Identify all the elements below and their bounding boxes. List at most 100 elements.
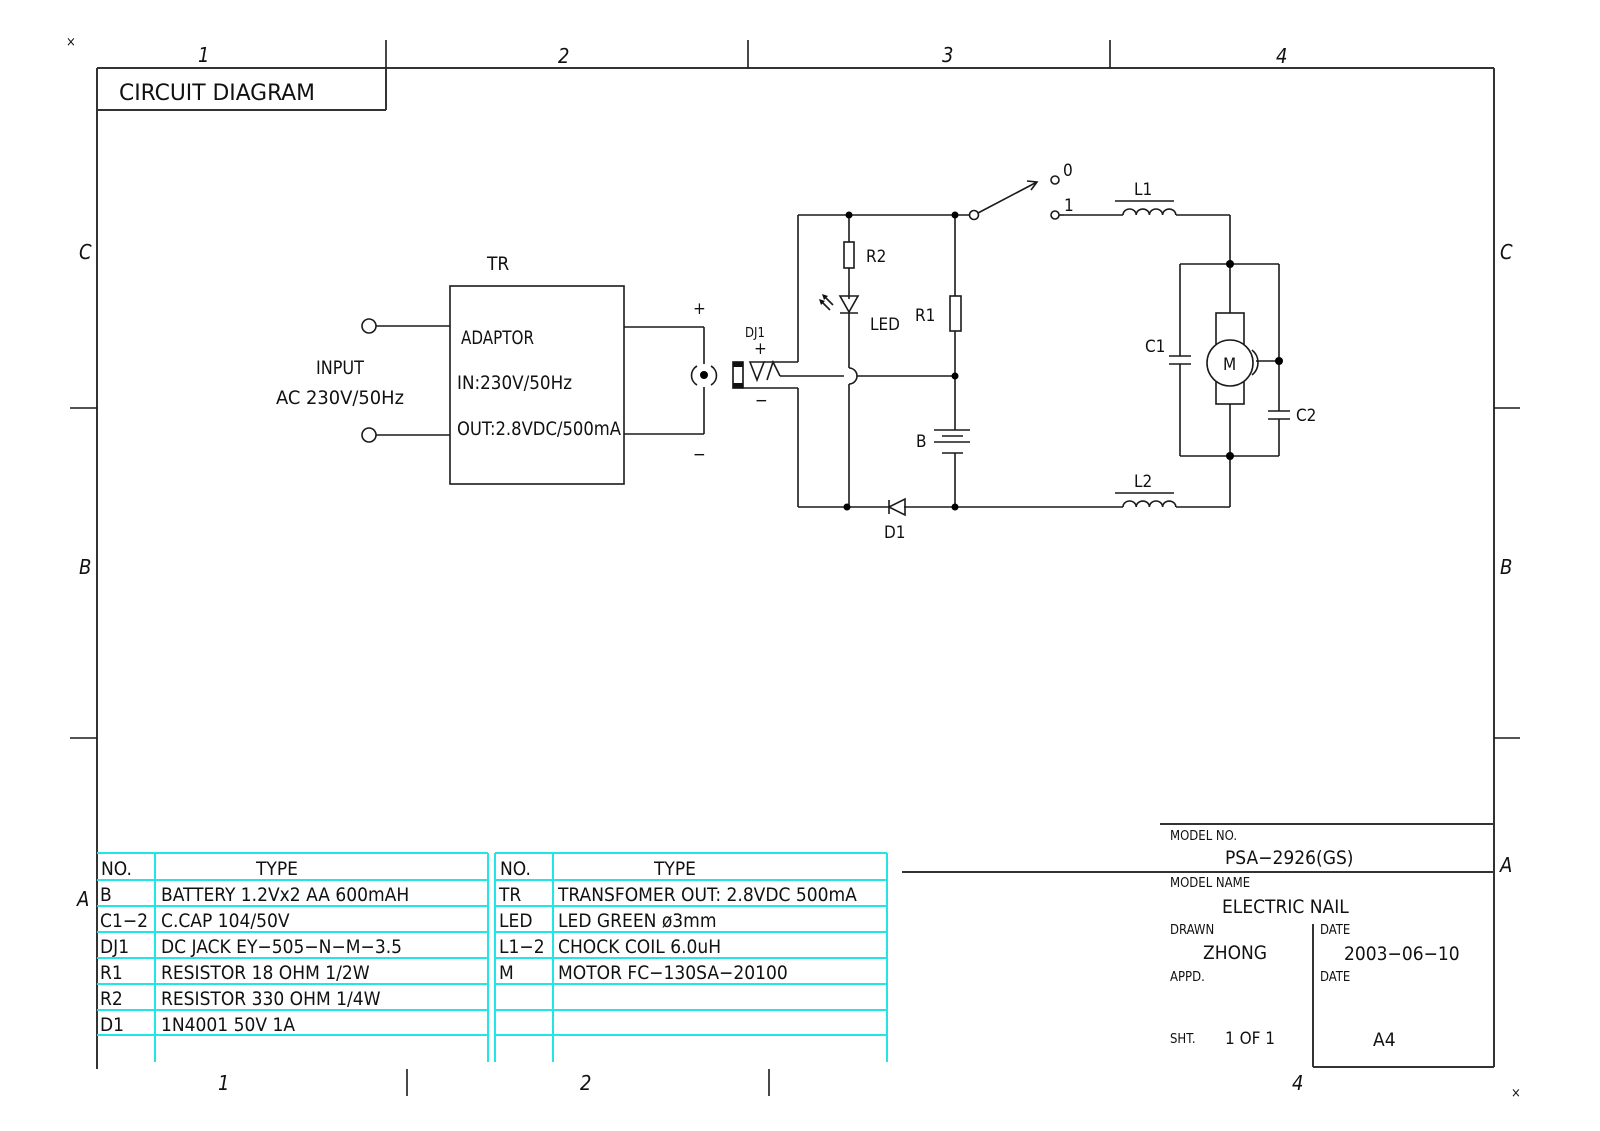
right-part-no: TR — [498, 884, 521, 906]
table-row: D1 1N4001 50V 1A — [100, 1014, 295, 1036]
model-no-label: MODEL NO. — [1170, 829, 1237, 844]
left-part-no: DJ1 — [100, 936, 129, 958]
input-terminal-1-icon — [361, 318, 377, 334]
adaptor-ref: TR — [486, 253, 509, 275]
right-part-type: LED GREEN ø3mm — [558, 910, 716, 932]
zone-col-4-top: 4 — [1276, 44, 1287, 68]
table-row: M MOTOR FC−130SA−20100 — [499, 962, 788, 984]
adaptor-minus: − — [693, 445, 706, 465]
zone-row-b-left: B — [79, 555, 91, 579]
led: LED — [819, 294, 900, 335]
left-part-type: RESISTOR 18 OHM 1/2W — [161, 962, 370, 984]
input-label: INPUT — [316, 357, 365, 379]
adaptor-output-spec: OUT:2.8VDC/500mA — [457, 418, 621, 440]
r2-label: R2 — [866, 247, 886, 267]
corner-mark-bottom-right: × — [1511, 1086, 1521, 1101]
left-part-type: 1N4001 50V 1A — [161, 1014, 295, 1036]
table-row: R2 RESISTOR 330 OHM 1/4W — [100, 988, 381, 1010]
l2-label: L2 — [1134, 472, 1152, 492]
switch-pos-0: 0 — [1063, 161, 1073, 181]
adaptor-plus: + — [693, 299, 706, 319]
c1-label: C1 — [1145, 337, 1165, 357]
model-name-value: ELECTRIC NAIL — [1222, 896, 1349, 918]
dc-jack-minus: − — [755, 391, 768, 411]
inductor-l2: L2 — [1115, 472, 1177, 508]
left-part-no: R2 — [100, 988, 123, 1010]
capacitor-c2: C2 — [1268, 406, 1316, 426]
right-part-type: TRANSFOMER OUT: 2.8VDC 500mA — [557, 884, 857, 906]
battery-label: B — [916, 432, 927, 452]
left-header-type: TYPE — [255, 858, 298, 880]
right-part-type: MOTOR FC−130SA−20100 — [558, 962, 788, 984]
adaptor-input-spec: IN:230V/50Hz — [457, 372, 572, 394]
paper-size: A4 — [1373, 1029, 1396, 1051]
zone-row-c-left: C — [79, 240, 92, 264]
date-value: 2003−06−10 — [1344, 943, 1460, 965]
junction-dot — [1226, 452, 1234, 460]
battery-b: B — [916, 429, 970, 454]
dc-plug-icon — [690, 365, 718, 386]
table-row: L1−2 CHOCK COIL 6.0uH — [499, 936, 721, 958]
date-label: DATE — [1320, 923, 1350, 938]
zone-col-2-top: 2 — [558, 44, 569, 68]
table-row: DJ1 DC JACK EY−505−N−M−3.5 — [100, 936, 402, 958]
zone-row-a-right: A — [1499, 853, 1512, 877]
junction-dot — [845, 211, 853, 219]
switch-pos-1: 1 — [1064, 196, 1074, 216]
right-header-no: NO. — [500, 858, 531, 880]
adaptor-name: ADAPTOR — [461, 327, 534, 349]
left-part-no: B — [100, 884, 112, 906]
sheet-value: 1 OF 1 — [1225, 1029, 1275, 1049]
left-part-type: DC JACK EY−505−N−M−3.5 — [161, 936, 402, 958]
zone-col-4-bottom: 4 — [1292, 1071, 1303, 1095]
sheet-label: SHT. — [1170, 1032, 1196, 1047]
table-row: C1−2 C.CAP 104/50V — [100, 910, 290, 932]
model-name-label: MODEL NAME — [1170, 876, 1250, 891]
left-part-no: R1 — [100, 962, 123, 984]
drawn-value: ZHONG — [1203, 942, 1267, 964]
led-label: LED — [870, 315, 900, 335]
drawn-label: DRAWN — [1170, 923, 1214, 938]
zone-row-c-right: C — [1500, 240, 1513, 264]
left-part-type: BATTERY 1.2Vx2 AA 600mAH — [161, 884, 409, 906]
parts-table-right: NO. TYPE TR TRANSFOMER OUT: 2.8VDC 500mA L… — [494, 852, 888, 1062]
motor-label: M — [1223, 355, 1236, 375]
zone-row-a-left: A — [76, 887, 89, 911]
title-block: MODEL NO. PSA−2926(GS) MODEL NAME ELECTR… — [902, 823, 1494, 1067]
resistor-r1: R1 — [915, 295, 962, 332]
left-part-no: D1 — [100, 1014, 124, 1036]
right-part-type: CHOCK COIL 6.0uH — [558, 936, 721, 958]
c2-label: C2 — [1296, 406, 1316, 426]
diode-d1: D1 — [884, 497, 906, 543]
junction-dot — [951, 503, 959, 511]
table-row: B BATTERY 1.2Vx2 AA 600mAH — [100, 884, 409, 906]
junction-dot — [1226, 260, 1234, 268]
appd-date-label: DATE — [1320, 970, 1350, 985]
right-part-no: L1−2 — [499, 936, 545, 958]
left-part-type: C.CAP 104/50V — [161, 910, 290, 932]
diagram-title: CIRCUIT DIAGRAM — [119, 81, 315, 106]
power-switch: 0 1 — [968, 161, 1074, 221]
l1-label: L1 — [1134, 180, 1152, 200]
junction-dot — [951, 372, 959, 380]
r1-label: R1 — [915, 306, 935, 326]
ac-input: INPUT AC 230V/50Hz — [276, 318, 450, 443]
table-row: R1 RESISTOR 18 OHM 1/2W — [100, 962, 370, 984]
schematic: INPUT AC 230V/50Hz TR ADAPTOR IN:230V/50… — [276, 161, 1316, 543]
input-terminal-2-icon — [361, 427, 377, 443]
inductor-l1: L1 — [1115, 180, 1177, 216]
zone-col-2-bottom: 2 — [580, 1071, 591, 1095]
corner-mark-top-left: × — [66, 35, 76, 50]
zone-col-3-top: 3 — [942, 43, 953, 67]
right-header-type: TYPE — [653, 858, 696, 880]
left-header-no: NO. — [101, 858, 132, 880]
junction-dot — [1275, 357, 1283, 365]
zone-col-1-bottom: 1 — [218, 1071, 229, 1095]
input-spec: AC 230V/50Hz — [276, 387, 404, 409]
circuit-drawing-sheet: × × 1 2 3 4 C B A C B A 1 2 4 CIRCUIT DI… — [66, 35, 1521, 1101]
dc-jack-plus: + — [754, 339, 767, 359]
dc-jack-dj1: DJ1 + − — [732, 326, 844, 411]
appd-label: APPD. — [1170, 970, 1205, 985]
capacitor-c1: C1 — [1145, 337, 1191, 365]
right-part-no: LED — [499, 910, 532, 932]
